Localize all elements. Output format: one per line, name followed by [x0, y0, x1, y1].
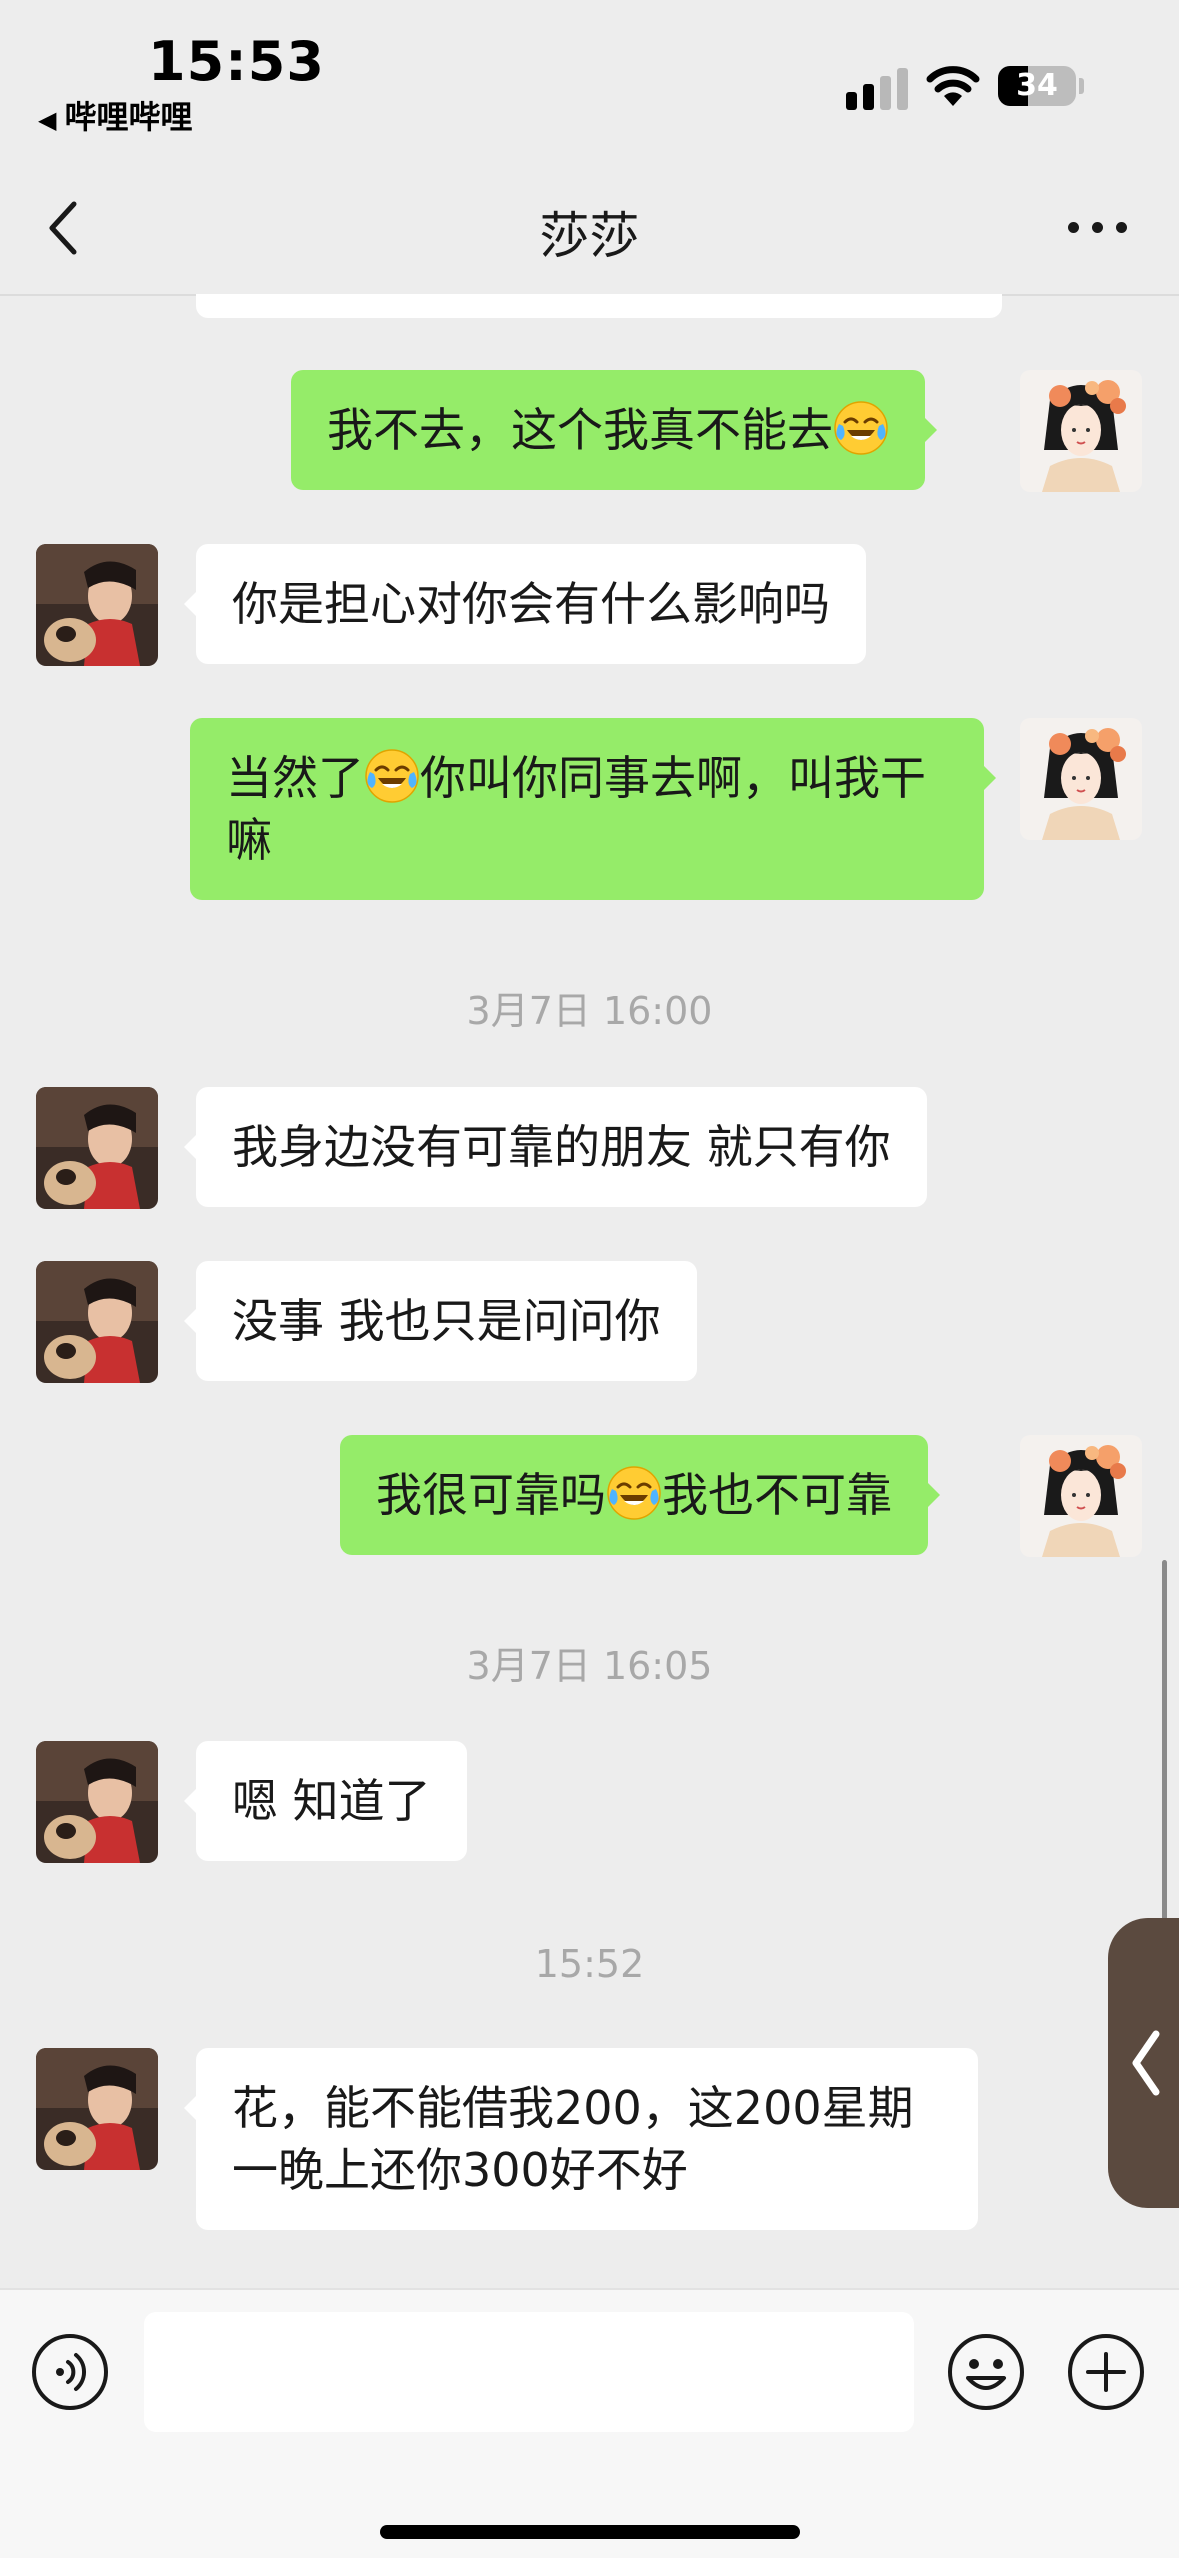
outgoing-message[interactable]: 我很可靠吗 我也不可靠 [340, 1435, 940, 1555]
chevron-left-icon [1132, 2030, 1160, 2096]
status-time: 15:53 [148, 30, 325, 93]
back-to-app[interactable]: ◀ 哔哩哔哩 [38, 92, 192, 138]
laugh-cry-emoji-icon [364, 748, 420, 804]
laugh-cry-emoji-icon [606, 1465, 662, 1521]
laugh-cry-emoji-icon [833, 400, 889, 456]
incoming-message[interactable]: 嗯 知道了 [184, 1741, 467, 1861]
input-bar [0, 2288, 1179, 2558]
more-dots-icon[interactable] [1062, 206, 1132, 246]
message-text: 没事 我也只是问问你 [232, 1294, 661, 1348]
incoming-message[interactable]: 你是担心对你会有什么影响吗 [184, 544, 866, 664]
my-avatar[interactable] [1020, 718, 1142, 840]
message-text: 我不去，这个我真不能去 [327, 403, 833, 457]
incoming-message[interactable]: 花，能不能借我200，这200星期一晚上还你300好不好 [184, 2048, 978, 2230]
chat-title: 莎莎 [539, 207, 640, 265]
message-text-cont: 我也不可靠 [662, 1468, 892, 1522]
scrollbar[interactable] [1162, 1560, 1167, 1920]
my-avatar[interactable] [1020, 370, 1142, 492]
home-indicator[interactable] [380, 2525, 800, 2539]
message-input[interactable] [144, 2312, 914, 2432]
incoming-message[interactable]: 没事 我也只是问问你 [184, 1261, 697, 1381]
contact-avatar[interactable] [36, 1087, 158, 1209]
message-text: 花，能不能借我200，这200星期一晚上还你300好不好 [232, 2081, 914, 2197]
cellular-signal-icon [846, 66, 908, 110]
message-text: 我很可靠吗 [376, 1468, 606, 1522]
floating-side-tab[interactable] [1108, 1918, 1179, 2208]
message-text: 嗯 知道了 [232, 1774, 431, 1828]
contact-avatar[interactable] [36, 1261, 158, 1383]
plus-icon[interactable] [1066, 2332, 1146, 2412]
timestamp: 15:52 [534, 1942, 645, 1986]
message-text: 当然了 [226, 751, 364, 805]
wifi-icon [926, 66, 980, 106]
outgoing-message[interactable]: 我不去，这个我真不能去 [291, 370, 937, 490]
message-text: 我身边没有可靠的朋友 就只有你 [232, 1120, 891, 1174]
contact-avatar[interactable] [36, 2048, 158, 2170]
timestamp: 3月7日 16:00 [466, 989, 713, 1033]
contact-avatar[interactable] [36, 1741, 158, 1863]
battery-indicator: 34 [998, 66, 1076, 106]
partial-message-bubble [196, 294, 1002, 318]
emoji-icon[interactable] [946, 2332, 1026, 2412]
battery-level: 34 [1016, 68, 1058, 103]
message-text: 你是担心对你会有什么影响吗 [232, 577, 830, 631]
back-triangle-icon: ◀ [38, 106, 57, 134]
outgoing-message[interactable]: 当然了 你叫你同事去啊，叫我干嘛 [190, 718, 996, 900]
timestamp: 3月7日 16:05 [466, 1644, 713, 1688]
voice-icon[interactable] [30, 2332, 110, 2412]
incoming-message[interactable]: 我身边没有可靠的朋友 就只有你 [184, 1087, 927, 1207]
contact-avatar[interactable] [36, 544, 158, 666]
my-avatar[interactable] [1020, 1435, 1142, 1557]
back-app-label: 哔哩哔哩 [64, 98, 193, 136]
